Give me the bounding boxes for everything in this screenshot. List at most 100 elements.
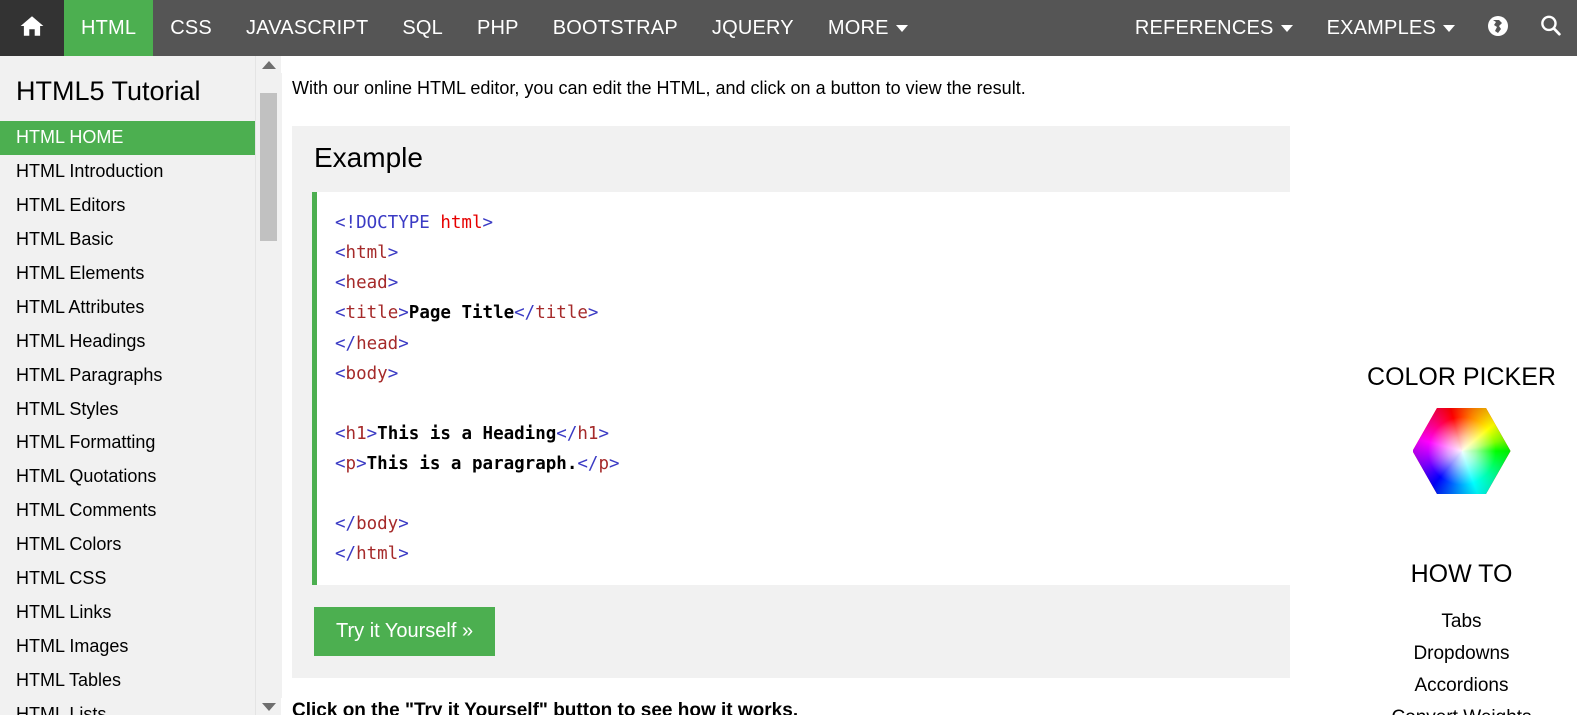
sidebar-item-html-quotations[interactable]: HTML Quotations xyxy=(0,460,255,494)
sidebar-item-html-images[interactable]: HTML Images xyxy=(0,630,255,664)
nav-tab-bootstrap[interactable]: BOOTSTRAP xyxy=(536,0,695,56)
main-content: With our online HTML editor, you can edi… xyxy=(282,56,1290,715)
sidebar-item-html-introduction[interactable]: HTML Introduction xyxy=(0,155,255,189)
code-token: </ xyxy=(514,303,536,324)
scrollbar-thumb[interactable] xyxy=(260,93,277,241)
nav-menu-references[interactable]: REFERENCES xyxy=(1118,0,1310,56)
code-token: > xyxy=(387,363,399,384)
code-token: body xyxy=(345,363,388,384)
nav-tab-sql[interactable]: SQL xyxy=(385,0,460,56)
code-token: head xyxy=(356,333,399,354)
code-line: <body> xyxy=(335,359,1290,389)
sidebar-item-html-elements[interactable]: HTML Elements xyxy=(0,257,255,291)
nav-tab-javascript[interactable]: JAVASCRIPT xyxy=(229,0,385,56)
below-example-note: Click on the "Try it Yourself" button to… xyxy=(292,700,799,715)
code-token: > xyxy=(366,423,378,444)
top-navigation-bar: HTML CSS JAVASCRIPT SQL PHP BOOTSTRAP JQUERY MO… xyxy=(0,0,1577,56)
sidebar-item-html-tables[interactable]: HTML Tables xyxy=(0,664,255,698)
code-token: </ xyxy=(556,423,578,444)
nav-menu-examples[interactable]: EXAMPLES xyxy=(1310,0,1472,56)
globe-button[interactable] xyxy=(1472,0,1524,56)
code-token: < xyxy=(335,423,346,444)
code-token: p xyxy=(598,453,609,474)
sidebar-item-html-styles[interactable]: HTML Styles xyxy=(0,393,255,427)
code-token: </ xyxy=(335,544,357,565)
code-token: > xyxy=(398,303,409,324)
sidebar-item-html-css[interactable]: HTML CSS xyxy=(0,562,255,596)
code-token: h1 xyxy=(577,423,599,444)
how-to-link-list: TabsDropdownsAccordionsConvert WeightsAn… xyxy=(1346,611,1577,715)
nav-item-label: CSS xyxy=(170,16,212,39)
how-to-item-accordions[interactable]: Accordions xyxy=(1346,675,1577,697)
nav-tab-php[interactable]: PHP xyxy=(460,0,536,56)
sidebar-item-html-comments[interactable]: HTML Comments xyxy=(0,494,255,528)
code-token: </ xyxy=(577,453,599,474)
try-it-yourself-button[interactable]: Try it Yourself » xyxy=(314,607,496,657)
code-token: html xyxy=(440,213,483,234)
sidebar-item-html-formatting[interactable]: HTML Formatting xyxy=(0,426,255,460)
how-to-item-dropdowns[interactable]: Dropdowns xyxy=(1346,643,1577,665)
color-picker-link[interactable] xyxy=(1346,408,1577,494)
nav-tab-more[interactable]: MORE xyxy=(811,0,925,56)
code-token: html xyxy=(356,544,399,565)
code-line xyxy=(335,479,1290,509)
search-button[interactable] xyxy=(1524,0,1577,56)
nav-item-label: HTML xyxy=(81,16,137,39)
home-button[interactable] xyxy=(0,0,64,56)
chevron-down-icon xyxy=(1443,24,1455,32)
code-line: <html> xyxy=(335,238,1290,268)
sidebar-item-html-colors[interactable]: HTML Colors xyxy=(0,528,255,562)
code-token: This is a paragraph. xyxy=(366,453,578,474)
sidebar-item-html-links[interactable]: HTML Links xyxy=(0,596,255,630)
scroll-up-button[interactable] xyxy=(256,56,282,73)
search-icon xyxy=(1538,13,1563,43)
sidebar-item-html-lists[interactable]: HTML Lists xyxy=(0,698,255,715)
code-token: p xyxy=(345,453,357,474)
home-icon xyxy=(19,13,45,44)
left-sidebar: HTML5 Tutorial HTML HOME HTML Introductio… xyxy=(0,56,255,715)
sidebar-item-html-basic[interactable]: HTML Basic xyxy=(0,223,255,257)
nav-primary-items: HTML CSS JAVASCRIPT SQL PHP BOOTSTRAP JQUERY MO… xyxy=(64,0,925,56)
nav-tab-css[interactable]: CSS xyxy=(153,0,229,56)
code-token: This is a Heading xyxy=(377,423,557,444)
code-token: > xyxy=(587,303,599,324)
nav-secondary-items: REFERENCES EXAMPLES xyxy=(1118,0,1472,56)
chevron-down-icon xyxy=(1280,24,1293,32)
code-token: > xyxy=(598,423,609,444)
globe-icon xyxy=(1486,14,1510,43)
scroll-down-button[interactable] xyxy=(256,698,282,715)
code-token: < xyxy=(335,243,346,264)
code-token: </ xyxy=(335,333,357,354)
sidebar-link-list: HTML HOME HTML Introduction HTML Editors HT… xyxy=(0,121,255,715)
sidebar-item-html-attributes[interactable]: HTML Attributes xyxy=(0,291,255,325)
code-token: > xyxy=(482,213,494,234)
code-token: </ xyxy=(335,514,357,535)
code-token: html xyxy=(345,243,388,264)
how-to-item-convert-weights[interactable]: Convert Weights xyxy=(1346,707,1577,715)
sidebar-item-html-headings[interactable]: HTML Headings xyxy=(0,325,255,359)
chevron-up-icon xyxy=(262,60,276,69)
sidebar-scrollbar[interactable] xyxy=(255,56,282,715)
how-to-heading: HOW TO xyxy=(1410,560,1513,588)
nav-tab-html[interactable]: HTML xyxy=(64,0,154,56)
sidebar-item-html-paragraphs[interactable]: HTML Paragraphs xyxy=(0,359,255,393)
code-line: <p>This is a paragraph.</p> xyxy=(335,449,1290,479)
code-snippet[interactable]: <!DOCTYPE html> <html> <head> <title>Page T… xyxy=(312,192,1290,586)
code-token: h1 xyxy=(345,423,367,444)
code-token: head xyxy=(345,273,388,294)
sidebar-item-html-editors[interactable]: HTML Editors xyxy=(0,189,255,223)
sidebar-item-html-home[interactable]: HTML HOME xyxy=(0,121,255,155)
code-token: > xyxy=(398,514,409,535)
scrollbar-track[interactable] xyxy=(256,73,282,698)
code-token: body xyxy=(356,514,399,535)
code-token: title xyxy=(535,303,588,324)
how-to-item-tabs[interactable]: Tabs xyxy=(1346,611,1577,633)
nav-tab-jquery[interactable]: JQUERY xyxy=(695,0,811,56)
code-line: <!DOCTYPE html> xyxy=(335,208,1290,238)
code-line: <h1>This is a Heading</h1> xyxy=(335,419,1290,449)
example-box: Example <!DOCTYPE html> <html> <head> <titl… xyxy=(292,126,1290,679)
nav-item-label: JAVASCRIPT xyxy=(245,16,369,39)
code-token: > xyxy=(608,453,620,474)
